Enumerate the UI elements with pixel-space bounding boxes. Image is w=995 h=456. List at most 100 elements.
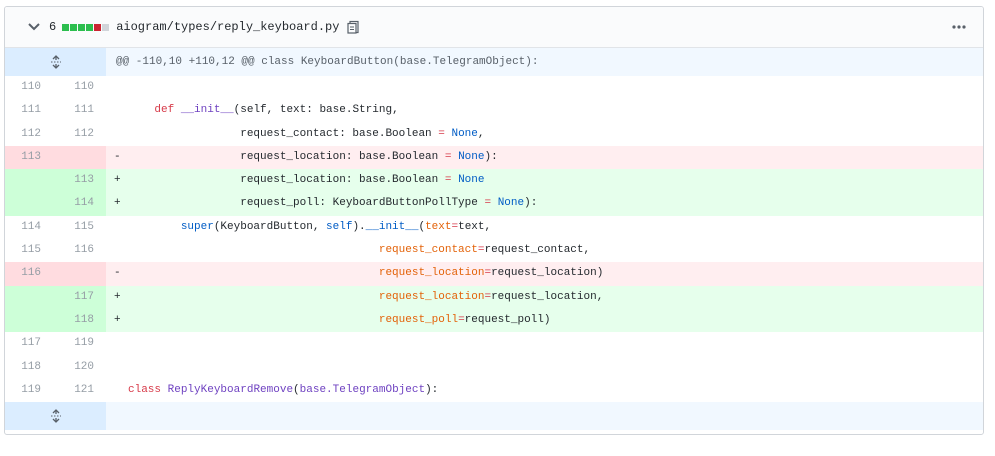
file-header: 6 aiogram/types/reply_keyboard.py [5, 7, 983, 48]
code-token: None [451, 127, 478, 140]
diffstat-block [78, 23, 86, 31]
old-line-number[interactable]: 114 [5, 216, 55, 239]
old-line-number[interactable]: 115 [5, 239, 55, 262]
diff-sign: + [114, 313, 121, 326]
diff-sign: + [114, 290, 121, 303]
code-token: request_location, [491, 290, 604, 303]
new-line-number[interactable]: 115 [55, 216, 106, 239]
code-token: __init__ [365, 220, 419, 233]
code-line: request_contact: base.Boolean = None, [106, 123, 983, 146]
diffstat-block [86, 23, 94, 31]
diff-line-del: 113 - request_location: base.Boolean = No… [5, 145, 983, 170]
code-token: request_contact [378, 244, 478, 257]
code-token: super [180, 220, 214, 233]
diff-line-add: 118 + request_poll=request_poll) [5, 308, 983, 333]
code-line: super(KeyboardButton, self).__init__(tex… [106, 216, 983, 239]
new-line-number[interactable] [55, 262, 106, 286]
diff-sign: - [114, 150, 121, 163]
changes-count: 6 [49, 20, 57, 34]
new-line-number[interactable] [55, 145, 106, 170]
code-line: class ReplyKeyboardRemove(base.TelegramO… [106, 379, 983, 402]
code-token: request_poll [378, 313, 459, 326]
diff-line-ctx: 110 110 [5, 76, 983, 100]
diff-line-del: 116 - request_location=request_location) [5, 262, 983, 286]
code-line: + request_location: base.Boolean = None [106, 169, 983, 193]
code-token: (self, text: base.String, [233, 104, 399, 117]
diff-line-ctx: 111 111 def __init__(self, text: base.Str… [5, 99, 983, 123]
file-path-link[interactable]: aiogram/types/reply_keyboard.py [116, 20, 339, 34]
hunk-header-row: @@ -110,10 +110,12 @@ class KeyboardButt… [5, 48, 983, 76]
code-token: request_location: base.Boolean [128, 150, 445, 163]
unfold-icon[interactable] [5, 48, 106, 76]
code-token: None [458, 150, 485, 163]
new-line-number[interactable]: 114 [55, 192, 106, 216]
new-line-number[interactable]: 118 [55, 308, 106, 333]
code-token: = [458, 313, 465, 326]
old-line-number[interactable] [5, 169, 55, 193]
new-line-number[interactable]: 110 [55, 76, 106, 99]
diff-file: 6 aiogram/types/reply_keyboard.py @@ -11… [4, 6, 984, 435]
diffstat-block [70, 23, 78, 31]
code-token: class [128, 383, 162, 396]
code-line: - request_location: base.Boolean = None)… [106, 145, 983, 170]
code-token: request_location) [491, 267, 604, 280]
code-token: , [477, 127, 485, 140]
code-token: base.TelegramObject [299, 383, 426, 396]
old-line-number[interactable]: 116 [5, 262, 55, 286]
old-line-number[interactable]: 110 [5, 76, 55, 99]
new-line-number[interactable]: 111 [55, 99, 106, 122]
code-token: ): [425, 383, 439, 396]
code-token: self [326, 220, 353, 233]
diff-sign: - [114, 267, 121, 280]
code-line: def __init__(self, text: base.String, [106, 99, 983, 122]
old-line-number[interactable]: 113 [5, 145, 55, 170]
new-line-number[interactable]: 116 [55, 239, 106, 262]
code-line: request_contact=request_contact, [106, 239, 983, 262]
old-line-number[interactable]: 117 [5, 332, 55, 355]
code-token: ): [524, 197, 538, 210]
code-line: + request_poll=request_poll) [106, 308, 983, 333]
old-line-number[interactable] [5, 285, 55, 309]
new-line-number[interactable]: 120 [55, 356, 106, 379]
new-line-number[interactable]: 117 [55, 285, 106, 309]
code-token: request_contact, [484, 244, 591, 257]
old-line-number[interactable]: 119 [5, 379, 55, 402]
diff-sign: + [114, 174, 121, 187]
code-token: ( [293, 383, 300, 396]
code-token: text [425, 220, 452, 233]
code-token: request_location [378, 267, 485, 280]
old-line-number[interactable] [5, 192, 55, 216]
new-line-number[interactable]: 113 [55, 169, 106, 193]
old-line-number[interactable] [5, 308, 55, 333]
chevron-down-icon[interactable] [27, 20, 41, 34]
code-token: None [497, 197, 525, 210]
code-token: def [154, 104, 175, 117]
new-line-number[interactable]: 119 [55, 332, 106, 355]
old-line-number[interactable]: 111 [5, 99, 55, 122]
diff-line-ctx: 117 119 [5, 332, 983, 356]
diff-sign: + [114, 197, 121, 210]
code-token: __init__ [180, 104, 234, 117]
old-line-number[interactable]: 112 [5, 123, 55, 146]
clipboard-icon[interactable] [347, 20, 360, 34]
new-line-number[interactable]: 121 [55, 379, 106, 402]
diff-line-ctx: 118 120 [5, 355, 983, 379]
hunk-footer-spacer [106, 402, 983, 431]
unfold-icon[interactable] [5, 402, 106, 431]
code-token: request_contact: base.Boolean [128, 127, 439, 140]
diffstat-bar [62, 23, 110, 31]
kebab-horizontal-icon[interactable] [951, 20, 967, 34]
new-line-number[interactable]: 112 [55, 123, 106, 146]
old-line-number[interactable]: 118 [5, 356, 55, 379]
code-line: - request_location=request_location) [106, 262, 983, 286]
